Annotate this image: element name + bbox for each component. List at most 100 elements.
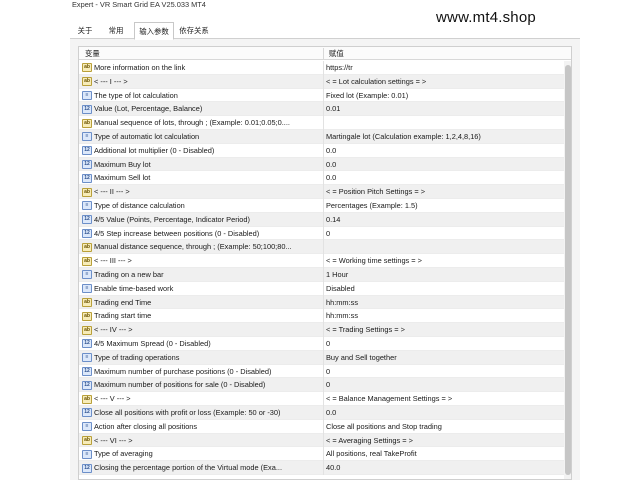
parameter-name: Value (Lot, Percentage, Balance) <box>94 104 203 114</box>
parameter-value[interactable]: Close all positions and Stop trading <box>326 420 564 434</box>
parameter-value[interactable]: 0.0 <box>326 144 564 158</box>
number-type-icon: 12 <box>82 463 92 473</box>
parameter-name: < --- VI --- > <box>94 435 133 445</box>
number-type-icon: 12 <box>82 215 92 225</box>
table-row[interactable]: 12 Maximum Sell lot 0.0 <box>79 171 571 186</box>
table-row[interactable]: ≡ Type of averaging All positions, real Ta… <box>79 447 571 462</box>
table-row[interactable]: 12 4/5 Step increase between positions (0… <box>79 226 571 241</box>
parameter-value[interactable]: 40.0 <box>326 461 564 475</box>
parameter-value[interactable]: Disabled <box>326 282 564 296</box>
parameter-value[interactable]: 0.14 <box>326 213 564 227</box>
parameter-value[interactable]: 1 Hour <box>326 268 564 282</box>
parameter-value[interactable]: Fixed lot (Example: 0.01) <box>326 89 564 103</box>
cell-separator <box>323 88 324 103</box>
table-row[interactable]: ab < --- II --- > < = Position Pitch Setti… <box>79 185 571 199</box>
number-type-icon: 12 <box>82 380 92 390</box>
parameter-value[interactable]: 0 <box>326 378 564 392</box>
cell-separator <box>323 116 324 130</box>
column-header-value[interactable]: 赋值 <box>329 47 344 60</box>
table-row[interactable]: ≡ Action after closing all positions Close… <box>79 419 571 434</box>
table-row[interactable]: ab Trading end Time hh:mm:ss <box>79 295 571 310</box>
table-row[interactable]: ≡ Type of automatic lot calculation Martin… <box>79 129 571 144</box>
table-header: 变量 赋值 <box>79 47 571 60</box>
number-type-icon: 12 <box>82 159 92 169</box>
table-row[interactable]: 12 Additional lot multiplier (0 - Disable… <box>79 143 571 158</box>
parameter-value[interactable]: Percentages (Example: 1.5) <box>326 199 564 213</box>
parameter-value[interactable]: 0 <box>326 227 564 241</box>
table-row[interactable]: ab Manual sequence of lots, through ; (Ex… <box>79 116 571 130</box>
table-row[interactable]: 12 Closing the percentage portion of the … <box>79 461 571 475</box>
parameter-value[interactable]: Buy and Sell together <box>326 351 564 365</box>
table-row[interactable]: ab < --- IV --- > < = Trading Settings = > <box>79 323 571 337</box>
title-bar: Expert - VR Smart Grid EA V25.033 MT4 <box>0 0 640 10</box>
parameter-name: Closing the percentage portion of the Vi… <box>94 463 283 473</box>
table-row[interactable]: 12 Maximum number of purchase positions (… <box>79 364 571 379</box>
parameter-value[interactable]: < = Balance Management Settings = > <box>326 392 564 406</box>
parameter-value[interactable]: < = Averaging Settings = > <box>326 434 564 448</box>
column-separator[interactable] <box>323 48 324 59</box>
table-row[interactable]: ab < --- III --- > < = Working time settin… <box>79 254 571 268</box>
cell-separator <box>323 171 324 186</box>
cell-separator <box>323 129 324 144</box>
table-row[interactable]: 12 4/5 Maximum Spread (0 - Disabled) 0 <box>79 336 571 351</box>
tab-dependencies[interactable]: 依存关系 <box>176 22 212 39</box>
cell-separator <box>323 295 324 310</box>
parameter-value[interactable]: 0 <box>326 365 564 379</box>
parameters-table: 变量 赋值 ab More information on the link http… <box>78 46 572 480</box>
enum-type-icon: ≡ <box>82 449 92 459</box>
parameter-value[interactable]: https://tr <box>326 61 564 75</box>
parameter-value[interactable]: 0.01 <box>326 102 564 116</box>
parameter-value[interactable]: hh:mm:ss <box>326 296 564 310</box>
parameter-name: Type of distance calculation <box>94 200 185 210</box>
parameter-name: < --- III --- > <box>94 256 132 266</box>
cell-separator <box>323 309 324 324</box>
cell-separator <box>323 157 324 172</box>
parameter-value[interactable]: All positions, real TakeProfit <box>326 447 564 461</box>
string-type-icon: ab <box>82 256 92 266</box>
parameter-value[interactable]: < = Lot calculation settings = > <box>326 75 564 89</box>
parameter-name: < --- I --- > <box>94 76 128 86</box>
enum-type-icon: ≡ <box>82 201 92 211</box>
table-row[interactable]: ab < --- V --- > < = Balance Management Se… <box>79 392 571 406</box>
column-header-variable[interactable]: 变量 <box>85 47 100 60</box>
parameter-value[interactable]: < = Working time settings = > <box>326 254 564 268</box>
parameter-name: Type of trading operations <box>94 352 180 362</box>
table-row[interactable]: ab Manual distance sequence, through ; (E… <box>79 240 571 255</box>
table-row[interactable]: 12 Maximum Buy lot 0.0 <box>79 157 571 172</box>
table-row[interactable]: 12 Close all positions with profit or los… <box>79 405 571 420</box>
table-row[interactable]: ab < --- VI --- > < = Averaging Settings =… <box>79 433 571 448</box>
table-row[interactable]: ab Trading start time hh:mm:ss <box>79 309 571 324</box>
parameter-value[interactable]: < = Trading Settings = > <box>326 323 564 337</box>
tab-about[interactable]: 关于 <box>74 22 96 39</box>
number-type-icon: 12 <box>82 146 92 156</box>
parameter-value[interactable]: 0 <box>326 337 564 351</box>
tab-bar: 关于 常用 输入参数 依存关系 <box>70 22 580 40</box>
table-row[interactable]: ab More information on the link https://tr <box>79 61 571 75</box>
string-type-icon: ab <box>82 325 92 335</box>
parameter-name: Manual distance sequence, through ; (Exa… <box>94 242 292 252</box>
table-row[interactable]: ≡ The type of lot calculation Fixed lot (E… <box>79 88 571 103</box>
table-row[interactable]: ≡ Type of distance calculation Percentages… <box>79 198 571 213</box>
table-row[interactable]: 12 Value (Lot, Percentage, Balance) 0.01 <box>79 102 571 117</box>
vertical-scrollbar[interactable] <box>564 61 571 479</box>
tab-inputs[interactable]: 输入参数 <box>134 22 174 40</box>
parameter-value[interactable]: 0.0 <box>326 171 564 185</box>
parameter-value[interactable]: hh:mm:ss <box>326 309 564 323</box>
tab-common[interactable]: 常用 <box>104 22 128 39</box>
parameter-value[interactable]: Martingale lot (Calculation example: 1,2… <box>326 130 564 144</box>
table-row[interactable]: ab < --- I --- > < = Lot calculation setti… <box>79 74 571 89</box>
parameter-value[interactable]: 0.0 <box>326 158 564 172</box>
cell-separator <box>323 61 324 75</box>
parameter-value[interactable]: < = Position Pitch Settings = > <box>326 185 564 199</box>
string-type-icon: ab <box>82 118 92 128</box>
table-row[interactable]: ≡ Trading on a new bar 1 Hour <box>79 267 571 282</box>
table-row[interactable]: ≡ Enable time-based work Disabled <box>79 281 571 296</box>
parameter-name: Enable time-based work <box>94 283 174 293</box>
parameter-name: Maximum Buy lot <box>94 159 151 169</box>
parameter-value[interactable]: 0.0 <box>326 406 564 420</box>
table-row[interactable]: 12 4/5 Value (Points, Percentage, Indicat… <box>79 212 571 227</box>
table-row[interactable]: ≡ Type of trading operations Buy and Sell … <box>79 350 571 365</box>
scrollbar-thumb[interactable] <box>565 65 571 475</box>
table-row[interactable]: 12 Maximum number of positions for sale (… <box>79 378 571 393</box>
cell-separator <box>323 143 324 158</box>
